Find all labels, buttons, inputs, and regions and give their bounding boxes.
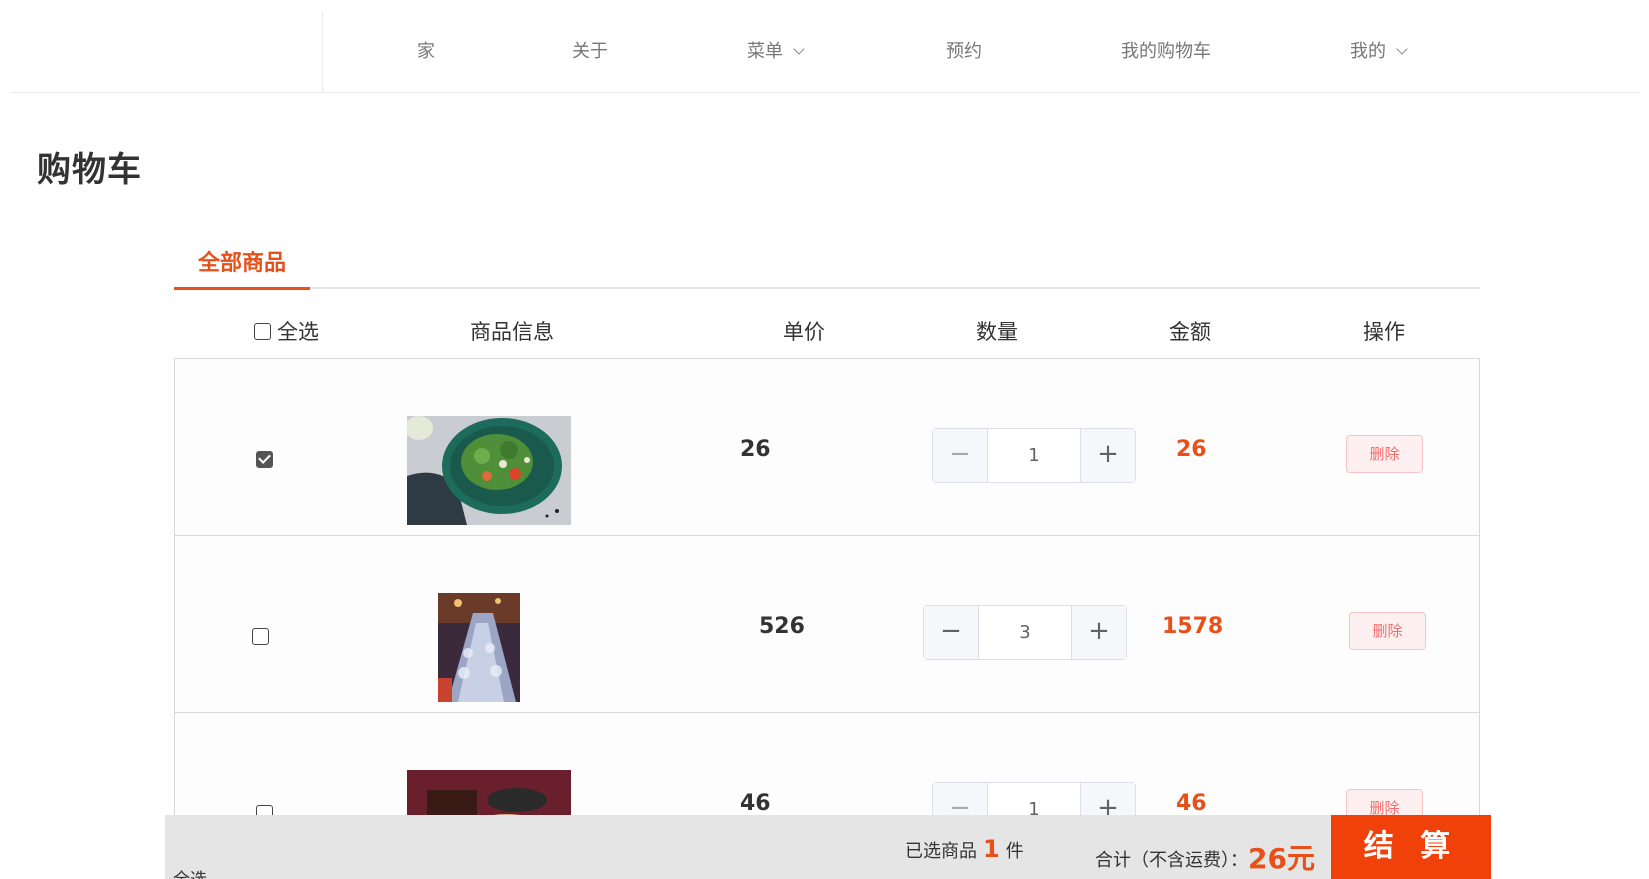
selected-count-summary: 已选商品 1 件 (905, 835, 1024, 863)
total-label: 合计（不含运费）： (1095, 850, 1248, 871)
salad-photo (407, 416, 571, 525)
checkout-button[interactable]: 结 算 (1331, 815, 1491, 879)
page-title: 购物车 (37, 150, 142, 190)
nav-about[interactable]: 关于 (572, 38, 608, 66)
quantity-input[interactable]: 3 (979, 606, 1071, 659)
nav-reserve[interactable]: 预约 (946, 38, 982, 66)
decrease-button[interactable]: − (933, 429, 988, 482)
delete-button[interactable]: 删除 (1349, 612, 1426, 650)
tab-bar-line (174, 287, 1480, 289)
banquet-table-photo (438, 593, 520, 702)
nav-about-label: 关于 (572, 41, 608, 62)
unit-price: 46 (740, 791, 771, 816)
quantity-stepper: − 3 + (923, 605, 1127, 660)
nav-reserve-label: 预约 (946, 41, 982, 62)
selected-suffix: 件 (1005, 841, 1024, 862)
row-amount: 1578 (1162, 614, 1224, 639)
table-header: 全选 商品信息 单价 数量 金额 操作 (174, 316, 1480, 360)
selected-prefix: 已选商品 (905, 841, 977, 862)
chevron-down-icon (793, 43, 805, 55)
selected-count: 1 (983, 835, 1000, 863)
nav-menu-dropdown[interactable]: 菜单 (747, 38, 805, 66)
row-checkbox[interactable] (252, 628, 269, 645)
checkout-bar: 全选 已选商品 1件 合计（不含运费）：26元 结 算 (165, 815, 1491, 879)
total-summary: 合计（不含运费）：26元 (1095, 835, 1315, 875)
row-amount: 26 (1176, 437, 1207, 462)
decrease-button[interactable]: − (924, 606, 979, 659)
header-select-all[interactable]: 全选 (254, 316, 319, 346)
chevron-down-icon (1396, 43, 1408, 55)
total-value: 26元 (1248, 842, 1315, 875)
select-all-label: 全选 (277, 320, 319, 344)
quantity-stepper: − 1 + (932, 428, 1136, 483)
select-all-checkbox[interactable] (254, 323, 271, 340)
tab-all-items-label: 全部商品 (197, 251, 286, 276)
top-navigation: 家 关于 菜单 预约 我的购物车 我的 (10, 0, 1640, 93)
header-action: 操作 (1363, 320, 1405, 344)
nav-mine-dropdown[interactable]: 我的 (1350, 38, 1408, 66)
header-quantity: 数量 (976, 320, 1018, 344)
unit-price: 526 (759, 614, 805, 639)
nav-divider (322, 12, 323, 93)
nav-mine-label: 我的 (1350, 41, 1386, 62)
footer-select-all[interactable]: 全选 (173, 865, 207, 879)
row-amount: 46 (1176, 791, 1207, 816)
increase-button[interactable]: + (1080, 429, 1135, 482)
increase-button[interactable]: + (1071, 606, 1126, 659)
tab-active-underline (174, 287, 310, 290)
tab-all-items[interactable]: 全部商品 (174, 245, 310, 290)
header-unit-price: 单价 (783, 320, 825, 344)
delete-button[interactable]: 删除 (1346, 435, 1423, 473)
nav-cart-label: 我的购物车 (1121, 41, 1211, 62)
cart-row: 26 − 1 + 26 删除 (174, 358, 1480, 536)
unit-price: 26 (740, 437, 771, 462)
quantity-input[interactable]: 1 (988, 429, 1080, 482)
nav-menu-label: 菜单 (747, 41, 783, 62)
cart-row: 526 − 3 + 1578 删除 (174, 535, 1480, 713)
nav-home-label: 家 (417, 41, 435, 62)
row-checkbox[interactable] (256, 451, 273, 468)
header-amount: 金额 (1169, 320, 1211, 344)
header-info: 商品信息 (470, 320, 554, 344)
nav-home[interactable]: 家 (417, 38, 435, 66)
nav-cart[interactable]: 我的购物车 (1121, 38, 1211, 66)
